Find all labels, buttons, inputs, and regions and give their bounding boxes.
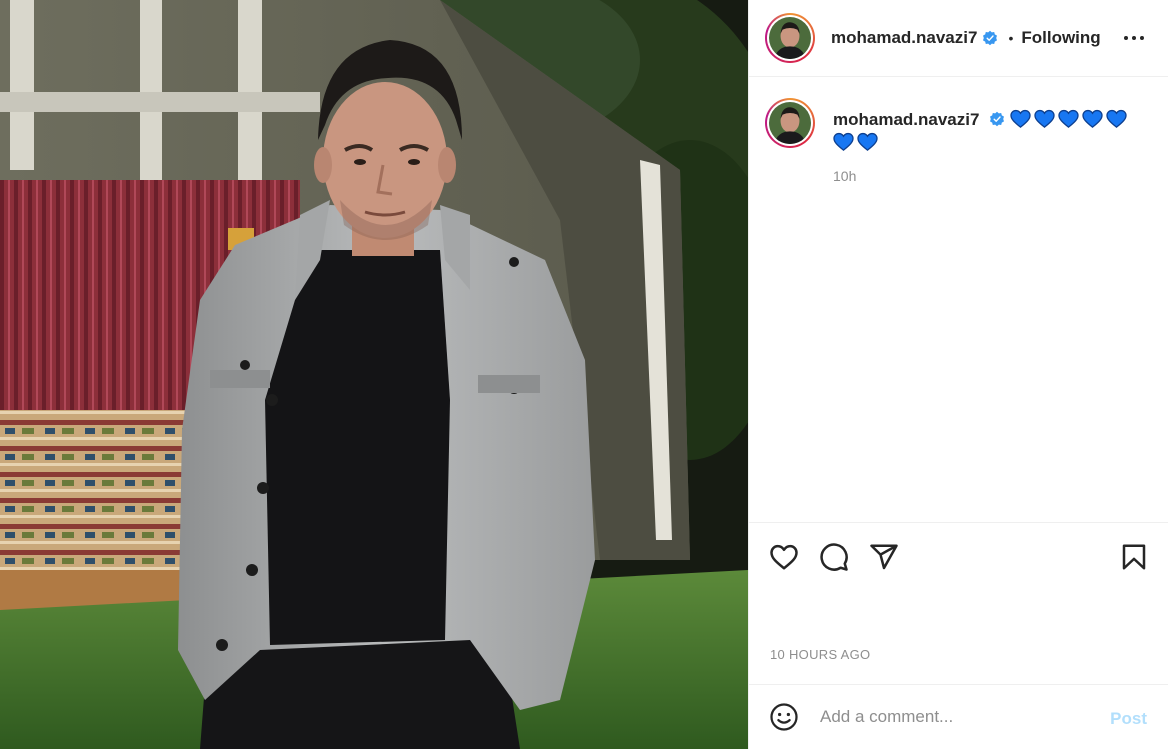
separator-dot: • [1008, 30, 1014, 46]
caption-avatar[interactable] [765, 98, 815, 148]
blue-heart-emoji [833, 132, 854, 151]
caption-username[interactable]: mohamad.navazi7 [833, 110, 979, 129]
avatar-image [769, 102, 811, 144]
share-button[interactable] [869, 542, 899, 572]
avatar-image [769, 17, 811, 59]
post-image [0, 0, 748, 749]
verified-badge-icon [983, 30, 998, 46]
verified-badge-icon [990, 111, 1005, 127]
comment-button[interactable] [819, 542, 849, 572]
author-username[interactable]: mohamad.navazi7 [831, 28, 977, 48]
post-caption: mohamad.navazi7 10h [765, 98, 1152, 184]
action-bar [749, 522, 1168, 586]
post-timestamp[interactable]: 10 HOURS AGO [770, 647, 870, 662]
blue-heart-emoji [1106, 109, 1127, 128]
post-photo[interactable] [0, 0, 748, 749]
comment-input[interactable] [820, 707, 1100, 727]
post-side-panel: mohamad.navazi7 • Following mohamad.nava… [748, 0, 1168, 749]
heart-icon [770, 544, 798, 570]
share-icon [870, 544, 898, 570]
following-button[interactable]: Following [1021, 28, 1100, 48]
author-avatar[interactable] [765, 13, 815, 63]
save-button[interactable] [1119, 542, 1149, 572]
bookmark-icon [1122, 544, 1146, 570]
blue-heart-emoji [1010, 109, 1031, 128]
blue-heart-emoji [1082, 109, 1103, 128]
blue-heart-emoji [857, 132, 878, 151]
blue-heart-emoji [1034, 109, 1055, 128]
comment-icon [820, 543, 848, 571]
more-icon[interactable] [1122, 26, 1146, 50]
like-button[interactable] [769, 542, 799, 572]
caption-time[interactable]: 10h [833, 168, 1152, 184]
post-header: mohamad.navazi7 • Following [749, 0, 1168, 77]
comment-box: Post [749, 684, 1168, 749]
emoji-icon[interactable] [769, 702, 799, 732]
post-comment-button[interactable]: Post [1110, 709, 1147, 729]
blue-heart-emoji [1058, 109, 1079, 128]
